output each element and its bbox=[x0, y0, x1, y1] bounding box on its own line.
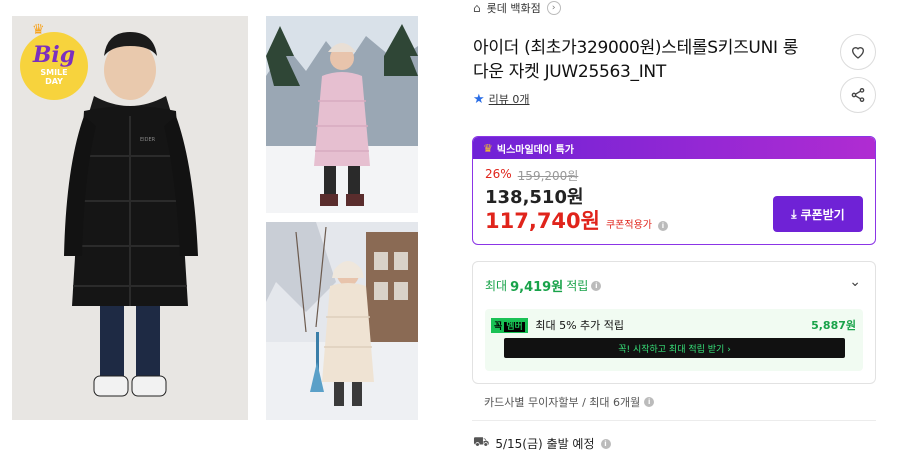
event-label: 빅스마일데이 특가 bbox=[496, 144, 574, 156]
product-title: 아이더 (최초가329000원)스테롤S키즈UNI 롱 다운 자켓 JUW255… bbox=[473, 38, 799, 82]
points-panel: 최대 9,419원 적립 i ⌄ 꼭 멤버 최대 5% 추가 적립 5,887원 … bbox=[472, 261, 876, 384]
info-icon[interactable]: i bbox=[644, 397, 655, 407]
points-prefix: 최대 bbox=[485, 279, 508, 293]
coupon-price: 117,740원 bbox=[485, 209, 600, 233]
member-benefit-row: 꼭 멤버 최대 5% 추가 적립 5,887원 bbox=[491, 317, 856, 333]
wishlist-button[interactable] bbox=[840, 34, 876, 70]
share-icon bbox=[851, 88, 865, 102]
truck-icon: ⛟ bbox=[473, 435, 490, 450]
points-suffix: 적립 bbox=[566, 279, 589, 293]
store-home-icon: ⌂ bbox=[473, 1, 481, 15]
store-link[interactable]: ⌂ 롯데 백화점 › bbox=[473, 0, 561, 16]
event-header: ♛ 빅스마일데이 특가 bbox=[473, 137, 875, 159]
member-badge: 꼭 멤버 bbox=[491, 318, 528, 333]
star-icon: ★ bbox=[473, 91, 485, 107]
info-icon[interactable]: i bbox=[657, 221, 668, 231]
heart-icon bbox=[851, 47, 865, 59]
crown-icon: ♛ bbox=[32, 22, 45, 38]
share-button[interactable] bbox=[840, 77, 876, 113]
info-icon[interactable]: i bbox=[600, 438, 611, 449]
member-benefit-text: 최대 5% 추가 적립 bbox=[535, 319, 625, 332]
coupon-button-label: 쿠폰받기 bbox=[800, 207, 845, 222]
chevron-right-icon: › bbox=[546, 1, 561, 15]
points-amount: 9,419원 bbox=[510, 280, 564, 295]
shipping-info: ⛟ 5/15(금) 출발 예정 i bbox=[473, 435, 611, 452]
product-image-winter-girl-pink[interactable] bbox=[266, 16, 418, 213]
svg-text:EIDER: EIDER bbox=[140, 137, 156, 143]
coupon-price-row: 117,740원 쿠폰적용가 i bbox=[485, 205, 668, 235]
info-icon[interactable]: i bbox=[591, 280, 602, 291]
review-link[interactable]: ★ 리뷰 0개 bbox=[473, 91, 530, 107]
price-panel: ♛ 빅스마일데이 특가 26% 159,200원 138,510원 117,74… bbox=[472, 136, 876, 245]
installment-text: 카드사별 무이자할부 / 최대 6개월 bbox=[484, 396, 641, 409]
crown-icon: ♛ bbox=[483, 141, 493, 155]
member-benefit-amount: 5,887원 bbox=[811, 319, 856, 332]
big-smile-day-badge: ♛ Big SMILE DAY bbox=[18, 22, 92, 100]
coupon-price-label: 쿠폰적용가 bbox=[605, 220, 652, 231]
shipping-text: 5/15(금) 출발 예정 bbox=[495, 437, 595, 451]
points-summary[interactable]: 최대 9,419원 적립 i bbox=[485, 276, 602, 295]
coupon-download-button[interactable]: ⤓ 쿠폰받기 bbox=[773, 196, 863, 232]
discount-row: 26% 159,200원 bbox=[485, 167, 578, 184]
download-icon: ⤓ bbox=[791, 206, 797, 221]
installment-info: 카드사별 무이자할부 / 최대 6개월 i bbox=[484, 394, 655, 410]
chevron-down-icon[interactable]: ⌄ bbox=[849, 274, 861, 290]
review-count: 리뷰 0개 bbox=[488, 93, 530, 106]
original-price: 159,200원 bbox=[517, 169, 579, 183]
store-name: 롯데 백화점 bbox=[486, 2, 541, 15]
member-join-button[interactable]: 꼭! 시작하고 최대 적립 받기 › bbox=[504, 338, 845, 358]
divider bbox=[472, 420, 876, 421]
main-product-image[interactable]: EIDER ♛ Big SMILE DAY bbox=[12, 16, 248, 420]
discount-rate: 26% bbox=[485, 167, 512, 181]
product-image-winter-girl-ivory[interactable] bbox=[266, 222, 418, 420]
